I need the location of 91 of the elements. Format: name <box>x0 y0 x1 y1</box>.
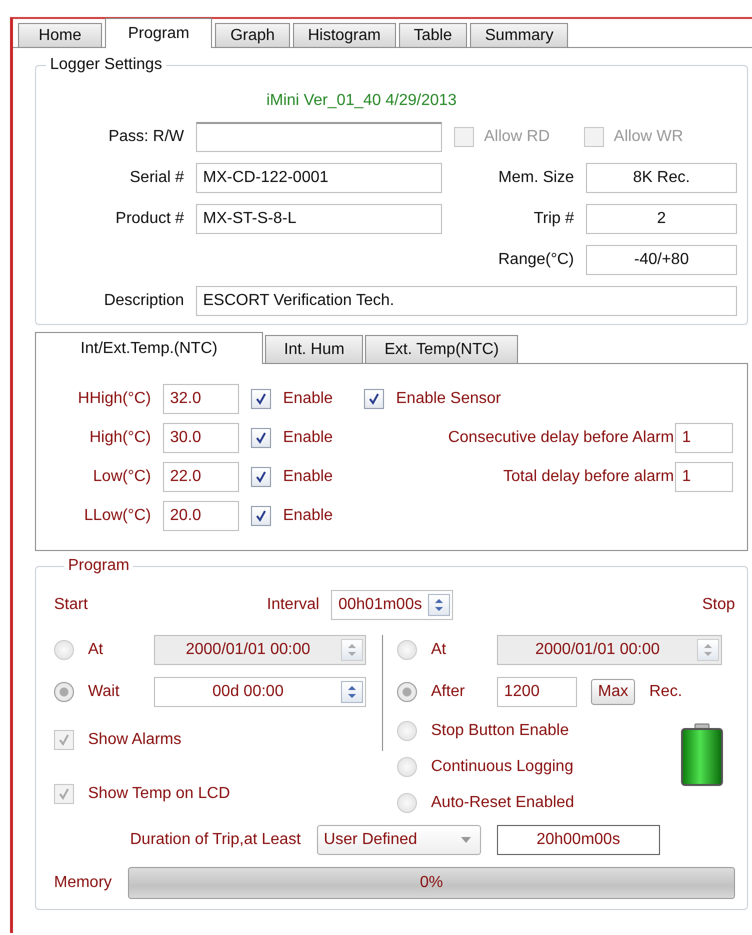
radio-button[interactable] <box>397 793 417 813</box>
duration-dropdown[interactable]: User Defined <box>316 825 481 855</box>
version-text: iMini Ver_01_40 4/29/2013 <box>265 92 458 110</box>
checkbox-label: Enable <box>283 390 333 408</box>
alarm-label: LLow(°C) <box>83 507 151 525</box>
radio-label: At <box>88 641 104 659</box>
checkbox-label: Allow RD <box>484 128 550 146</box>
tab[interactable]: Graph <box>215 23 290 47</box>
checkbox[interactable] <box>364 389 384 409</box>
checkbox[interactable] <box>251 389 271 409</box>
text-field[interactable]: MX-ST-S-8-L <box>196 204 442 234</box>
field-label: Range(°C) <box>497 251 574 269</box>
field-label: Trip # <box>532 210 574 228</box>
alarm-value-field[interactable]: 20.0 <box>163 501 239 531</box>
radio-label: Wait <box>88 683 120 701</box>
memory-percent: 0% <box>420 874 443 892</box>
read-only-field: 2 <box>586 204 737 234</box>
delay-label: Total delay before alarm <box>503 468 674 486</box>
checkmark-icon <box>254 470 268 484</box>
checkbox-label: Allow WR <box>614 128 684 146</box>
battery-icon <box>679 723 725 787</box>
stop-heading: Stop <box>702 596 735 614</box>
checkbox-label: Show Temp on LCD <box>88 785 230 803</box>
description-field[interactable]: ESCORT Verification Tech. <box>196 286 737 316</box>
alarm-value-field[interactable]: 22.0 <box>163 462 239 492</box>
group-title: Program <box>67 557 130 575</box>
alarm-label: Low(°C) <box>92 468 151 486</box>
radio-button[interactable] <box>397 721 417 741</box>
start-heading: Start <box>54 596 88 614</box>
time-field[interactable]: 00d 00:00 <box>154 677 366 707</box>
interval-field[interactable]: 00h01m00s <box>331 590 453 620</box>
radio-label: At <box>431 641 448 659</box>
checkmark-icon <box>254 509 268 523</box>
delay-label: Consecutive delay before Alarm <box>448 429 674 447</box>
field-label: Description <box>102 292 184 310</box>
password-field[interactable] <box>196 122 442 152</box>
radio-button[interactable] <box>397 757 417 777</box>
checkmark-icon <box>254 392 268 406</box>
field-label: Product # <box>114 210 184 228</box>
checkbox-label: Enable <box>283 507 333 525</box>
checkbox[interactable] <box>251 506 271 526</box>
max-button[interactable]: Max <box>591 679 636 705</box>
checkbox-label: Enable <box>283 429 333 447</box>
radio-label: Stop Button Enable <box>431 722 569 740</box>
tab[interactable]: Home <box>18 23 102 47</box>
tab[interactable]: Summary <box>470 23 568 47</box>
field-label: Serial # <box>128 169 184 187</box>
caret-icon <box>460 836 472 844</box>
tab[interactable]: Int. Hum <box>265 335 364 363</box>
group-title: Logger Settings <box>49 56 164 74</box>
tab[interactable]: Int/Ext.Temp.(NTC) <box>35 332 263 364</box>
spin-buttons[interactable] <box>428 594 450 616</box>
checkmark-icon <box>254 431 268 445</box>
alarm-value-field[interactable]: 30.0 <box>163 423 239 453</box>
spin-buttons[interactable] <box>697 639 719 661</box>
checkbox-label: Enable Sensor <box>396 390 501 408</box>
delay-field[interactable]: 1 <box>675 462 733 492</box>
unit-label: Rec. <box>649 683 682 701</box>
radio-button[interactable] <box>397 640 417 660</box>
tab[interactable]: Table <box>398 23 467 47</box>
field-label: Pass: R/W <box>107 128 184 146</box>
tab[interactable]: Program <box>105 18 212 48</box>
memory-label: Memory <box>54 874 112 892</box>
radio-label: Continuous Logging <box>431 758 574 776</box>
alarm-value-field[interactable]: 32.0 <box>163 384 239 414</box>
duration-field[interactable]: 20h00m00s <box>496 825 660 855</box>
checkbox[interactable] <box>251 467 271 487</box>
alarm-label: HHigh(°C) <box>76 390 151 408</box>
radio-button[interactable] <box>54 682 74 702</box>
checkmark-icon <box>57 787 71 801</box>
checkbox-label: Show Alarms <box>88 731 182 749</box>
radio-button[interactable] <box>397 682 417 702</box>
radio-label: After <box>431 683 466 701</box>
checkbox-label: Enable <box>283 468 333 486</box>
checkbox[interactable] <box>251 428 271 448</box>
alarm-label: High(°C) <box>88 429 151 447</box>
read-only-field: 8K Rec. <box>586 163 737 193</box>
tab[interactable]: Histogram <box>292 23 396 47</box>
record-count-field[interactable]: 1200 <box>497 677 577 707</box>
tab[interactable]: Ext. Temp(NTC) <box>365 335 518 363</box>
duration-label: Duration of Trip,at Least <box>130 831 301 849</box>
field-label: Mem. Size <box>497 169 574 187</box>
interval-label: Interval <box>266 596 320 614</box>
checkmark-icon <box>367 392 381 406</box>
text-field[interactable]: MX-CD-122-0001 <box>196 163 442 193</box>
time-field[interactable]: 2000/01/01 00:00 <box>497 635 722 665</box>
delay-field[interactable]: 1 <box>675 423 733 453</box>
spin-buttons[interactable] <box>341 681 363 703</box>
checkmark-icon <box>57 733 71 747</box>
radio-label: Auto-Reset Enabled <box>431 794 574 812</box>
read-only-field: -40/+80 <box>586 245 737 275</box>
